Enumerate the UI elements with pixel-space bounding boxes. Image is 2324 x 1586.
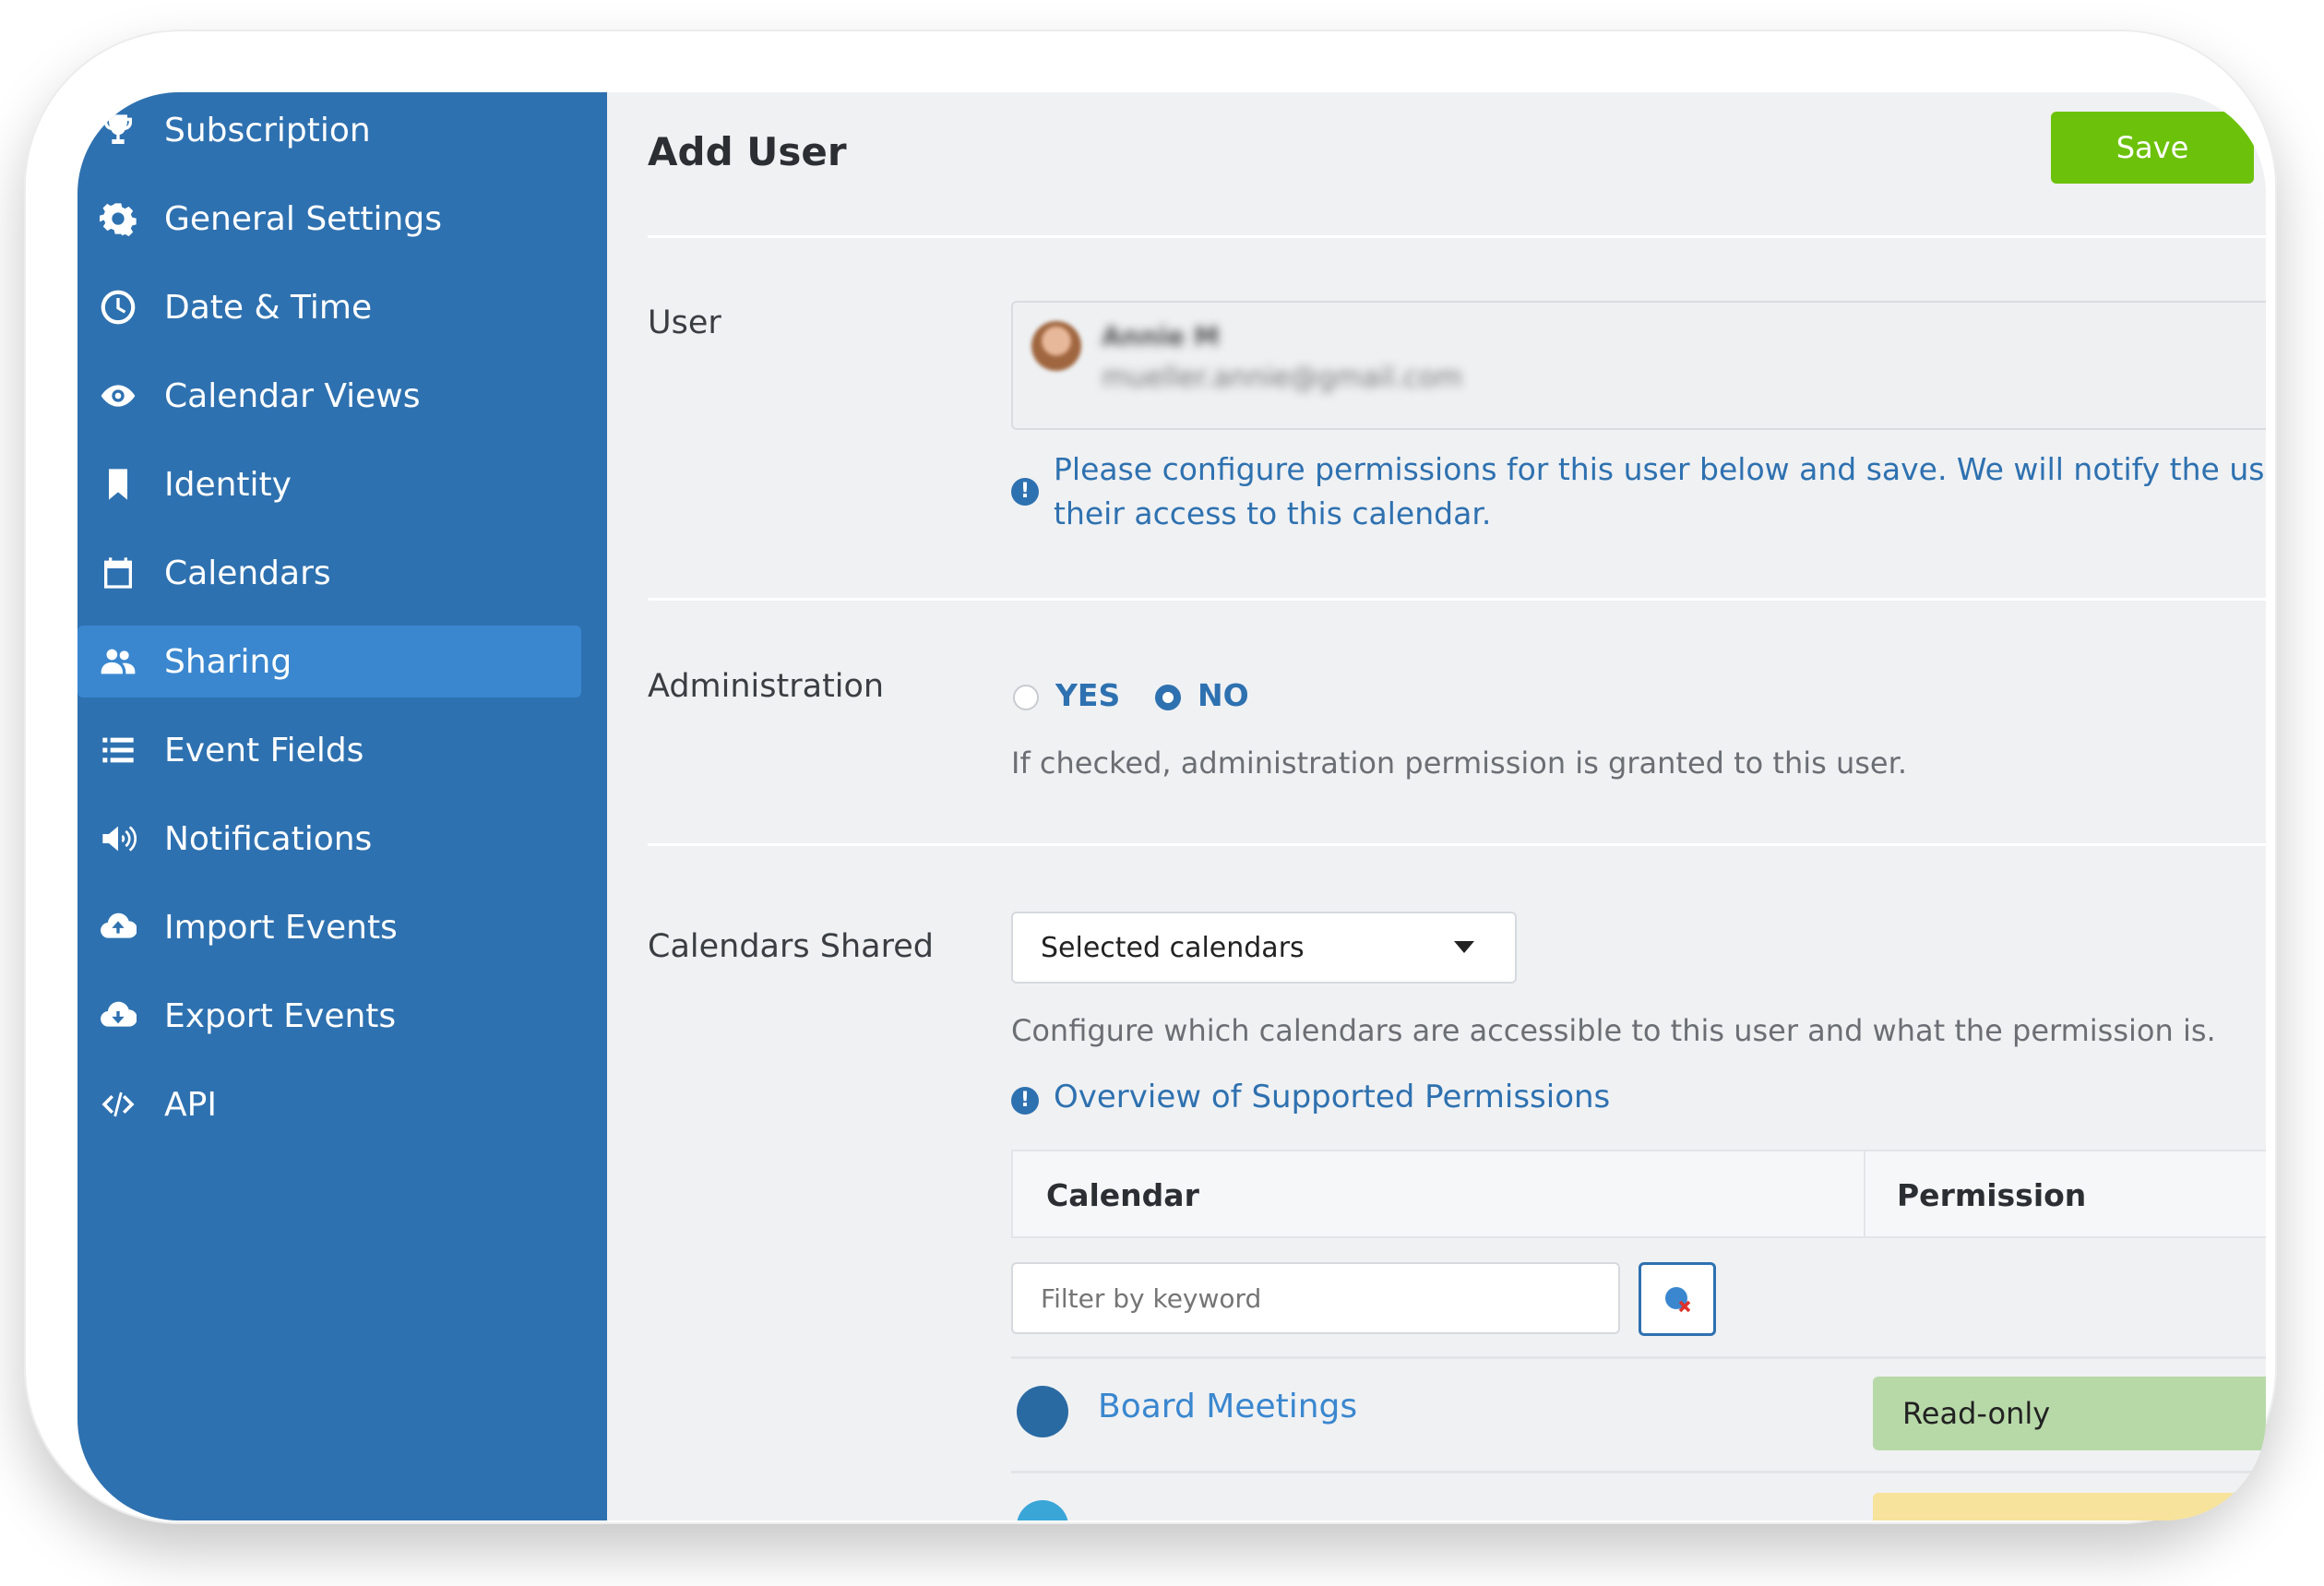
eye-icon	[98, 376, 138, 416]
main-content: Add User Save User Annie M mueller.annie…	[607, 92, 2266, 1520]
column-header-calendar[interactable]: Calendar	[1046, 1177, 1199, 1213]
sidebar-item-subscription[interactable]: Subscription	[77, 94, 581, 166]
calendars-shared-label: Calendars Shared	[648, 928, 934, 965]
notice-line-2: their access to this calendar.	[1054, 495, 1492, 531]
select-value: Selected calendars	[1041, 931, 1305, 964]
divider	[648, 598, 2266, 601]
admin-no-label[interactable]: NO	[1198, 677, 1249, 713]
device-frame: Subscription General Settings Date & Tim…	[24, 30, 2277, 1524]
sidebar-item-label: Event Fields	[164, 731, 364, 769]
admin-yes-radio[interactable]	[1013, 685, 1039, 710]
user-picker[interactable]: Annie M mueller.annie@gmail.com	[1011, 301, 2266, 430]
chevron-down-icon	[1454, 941, 1474, 953]
gear-icon	[98, 198, 138, 239]
user-email: mueller.annie@gmail.com	[1102, 362, 1463, 394]
save-button[interactable]: Save	[2051, 112, 2254, 184]
table-header: Calendar Permission	[1011, 1150, 2266, 1238]
calendars-shared-select[interactable]: Selected calendars	[1011, 912, 1517, 984]
admin-yes-label[interactable]: YES	[1055, 677, 1120, 713]
sidebar-item-label: Calendar Views	[164, 376, 421, 415]
column-divider	[1864, 1151, 1865, 1236]
sidebar-item-label: Identity	[164, 465, 292, 504]
sidebar-item-identity[interactable]: Identity	[77, 448, 581, 520]
calendar-color-dot	[1017, 1500, 1068, 1520]
list-icon	[98, 730, 138, 770]
sidebar-item-date-time[interactable]: Date & Time	[77, 271, 581, 343]
code-icon	[98, 1084, 138, 1125]
sidebar-item-label: Date & Time	[164, 288, 373, 327]
page-title: Add User	[648, 129, 847, 174]
sidebar-item-label: Calendars	[164, 554, 331, 592]
sidebar-item-label: General Settings	[164, 199, 442, 238]
user-name: Annie M	[1102, 321, 1220, 352]
sidebar-item-event-fields[interactable]: Event Fields	[77, 714, 581, 786]
calendar-icon	[98, 553, 138, 593]
info-icon: !	[1011, 1087, 1039, 1115]
row-divider	[1011, 1356, 2266, 1359]
sidebar-item-import-events[interactable]: Import Events	[77, 891, 581, 963]
column-header-permission[interactable]: Permission	[1897, 1177, 2086, 1213]
sidebar-item-calendar-views[interactable]: Calendar Views	[77, 360, 581, 432]
permission-select[interactable]	[1873, 1493, 2266, 1520]
user-label: User	[648, 304, 721, 341]
sidebar: Subscription General Settings Date & Tim…	[77, 92, 607, 1520]
notice-line-1: Please configure permissions for this us…	[1054, 451, 2266, 487]
sidebar-item-calendars[interactable]: Calendars	[77, 537, 581, 609]
permission-select[interactable]: Read-only	[1873, 1377, 2266, 1450]
clock-icon	[98, 287, 138, 328]
divider	[648, 235, 2266, 238]
sidebar-item-export-events[interactable]: Export Events	[77, 980, 581, 1052]
sidebar-item-label: Export Events	[164, 996, 397, 1035]
cloud-upload-icon	[98, 907, 138, 948]
sidebar-item-label: API	[164, 1085, 217, 1124]
sidebar-item-sharing[interactable]: Sharing	[77, 626, 581, 698]
administration-label: Administration	[648, 668, 885, 705]
filter-input[interactable]	[1011, 1262, 1620, 1334]
calendar-name-link[interactable]: Board Meetings	[1098, 1388, 1357, 1425]
calendar-color-dot	[1017, 1386, 1068, 1437]
clear-filter-icon	[1665, 1287, 1691, 1313]
sidebar-item-label: Import Events	[164, 908, 398, 947]
trophy-icon	[98, 110, 138, 150]
divider	[648, 843, 2266, 846]
overview-permissions-link[interactable]: Overview of Supported Permissions	[1054, 1075, 1610, 1119]
sidebar-item-general-settings[interactable]: General Settings	[77, 183, 581, 255]
users-icon	[98, 641, 138, 682]
permission-value: Read-only	[1902, 1396, 2051, 1431]
sidebar-item-notifications[interactable]: Notifications	[77, 803, 581, 875]
sidebar-item-label: Subscription	[164, 111, 371, 149]
info-icon: !	[1011, 478, 1039, 506]
sidebar-item-api[interactable]: API	[77, 1068, 581, 1140]
clear-filter-button[interactable]	[1639, 1262, 1716, 1336]
calendars-help: Configure which calendars are accessible…	[1011, 1013, 2216, 1048]
cloud-download-icon	[98, 996, 138, 1036]
sidebar-item-label: Notifications	[164, 819, 373, 858]
row-divider	[1011, 1471, 2266, 1473]
sidebar-item-label: Sharing	[164, 642, 292, 681]
megaphone-icon	[98, 818, 138, 859]
bookmark-icon	[98, 464, 138, 505]
admin-no-radio[interactable]	[1155, 685, 1181, 710]
app-screen: Subscription General Settings Date & Tim…	[77, 92, 2266, 1520]
administration-help: If checked, administration permission is…	[1011, 745, 1907, 781]
avatar	[1031, 321, 1081, 371]
